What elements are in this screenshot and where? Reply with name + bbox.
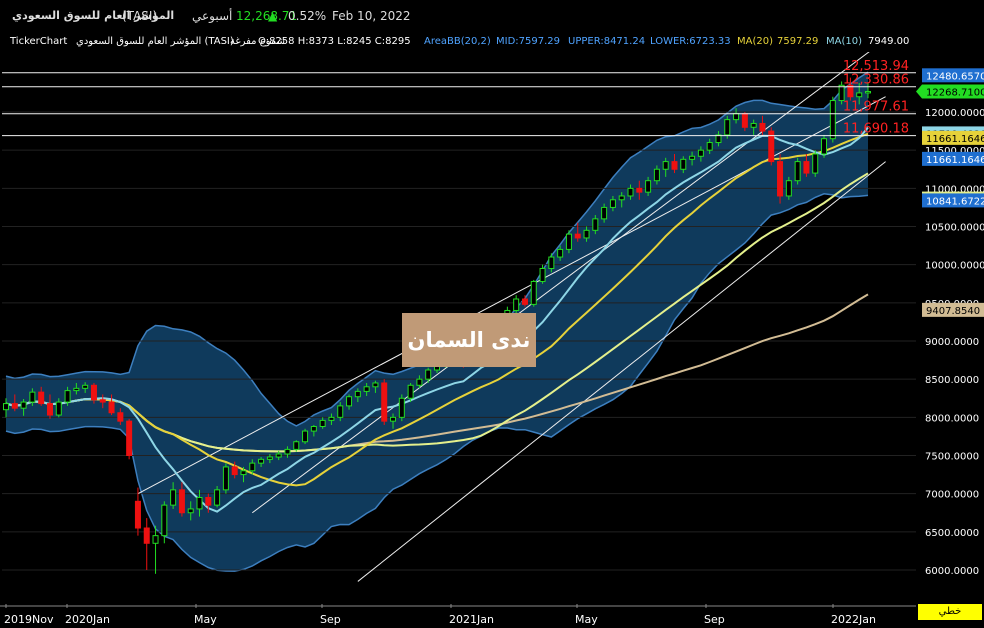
svg-text:11661.1646: 11661.1646 xyxy=(926,155,984,166)
legend-bar: TickerChart المؤشر العام للسوق السعودي (… xyxy=(0,33,916,51)
y-tick-label: 8000.0000 xyxy=(925,413,979,424)
legend-source: TickerChart xyxy=(10,36,68,47)
watermark-badge: ندى السمان xyxy=(402,313,536,367)
legend-ma10[interactable]: MA(10) xyxy=(826,36,862,47)
svg-text:9407.8540: 9407.8540 xyxy=(926,306,980,317)
price-tag: 12480.6570 xyxy=(922,68,984,83)
svg-text:12268.7100: 12268.7100 xyxy=(926,87,984,98)
ticker-symbol: (TASI) xyxy=(122,9,158,23)
x-axis: 2019Nov 2020Jan May Sep 2021Jan May Sep 2022Jan xyxy=(0,604,916,626)
price-tags: 12480.657012268.710011719.483011661.1646… xyxy=(916,68,984,317)
legend-bb[interactable]: AreaBB(20,2) xyxy=(424,36,491,47)
candle xyxy=(768,127,775,166)
y-tick-label: 10500.0000 xyxy=(925,223,984,234)
legend-ohlc: O:8258 H:8373 L:8245 C:8295 xyxy=(258,36,411,47)
legend-bb-mid: MID:7597.29 xyxy=(496,36,560,47)
x-tick-label: May xyxy=(194,613,217,626)
x-tick-label: Sep xyxy=(320,613,341,626)
price-tag: 9407.8540 xyxy=(922,302,984,317)
svg-text:12480.6570: 12480.6570 xyxy=(926,71,984,82)
candle xyxy=(134,487,141,536)
price-tag: 11661.1646 xyxy=(922,130,984,145)
legend-bb-lower: LOWER:6723.33 xyxy=(650,36,731,47)
level-label: 11,977.61 xyxy=(843,100,909,115)
quote-date: Feb 10, 2022 xyxy=(332,9,411,23)
y-tick-label: 9000.0000 xyxy=(925,337,979,348)
level-label: 12,330.86 xyxy=(843,73,909,88)
y-tick-label: 7000.0000 xyxy=(925,490,979,501)
candle xyxy=(143,518,150,570)
candle xyxy=(794,157,801,185)
candle xyxy=(821,134,828,158)
candle xyxy=(530,279,537,307)
candle xyxy=(381,379,388,425)
legend-bb-upper: UPPER:8471.24 xyxy=(568,36,646,47)
legend-ma10-value: 7949.00 xyxy=(868,36,910,47)
legend-title: المؤشر العام للسوق السعودي (TASI) xyxy=(76,36,234,47)
x-tick-label: 2022Jan xyxy=(831,613,876,626)
candle xyxy=(565,230,572,254)
y-tick-label: 7500.0000 xyxy=(925,452,979,463)
y-axis: 12000.000011500.000011000.000010500.0000… xyxy=(925,108,984,577)
x-tick-label: May xyxy=(575,613,598,626)
y-tick-label: 10000.0000 xyxy=(925,261,984,272)
candle xyxy=(222,463,229,494)
y-tick-label: 6000.0000 xyxy=(925,566,979,577)
top-bar: المؤشر العام للسوق السعودي (TASI) أسبوعي… xyxy=(0,0,984,32)
level-label: 12,513.94 xyxy=(843,59,909,74)
y-tick-label: 8500.0000 xyxy=(925,375,979,386)
y-tick-label: 6500.0000 xyxy=(925,528,979,539)
period-label[interactable]: أسبوعي xyxy=(192,9,232,23)
candle xyxy=(152,525,159,574)
candle xyxy=(126,418,133,460)
price-tag: 10841.6722 xyxy=(922,193,984,208)
x-tick-label: 2020Jan xyxy=(65,613,110,626)
price-tag: 11661.1646 xyxy=(922,151,984,166)
candle xyxy=(398,394,405,422)
legend-ma20-value: 7597.29 xyxy=(777,36,819,47)
y-tick-label: 12000.0000 xyxy=(925,108,984,119)
level-label: 11,690.18 xyxy=(843,122,909,137)
x-tick-label: Sep xyxy=(704,613,725,626)
candle xyxy=(302,428,309,445)
up-arrow-icon: ▲ xyxy=(268,9,278,23)
linear-scale-button[interactable]: خطي xyxy=(918,604,982,620)
svg-text:10841.6722: 10841.6722 xyxy=(926,196,984,207)
price-tag: 12268.7100 xyxy=(916,84,984,99)
legend-ma20[interactable]: MA(20) xyxy=(737,36,773,47)
x-tick-label: 2019Nov xyxy=(4,613,54,626)
svg-text:11661.1646: 11661.1646 xyxy=(926,134,984,145)
change-percent: 0.52% xyxy=(288,9,327,23)
x-tick-label: 2021Jan xyxy=(449,613,494,626)
candle xyxy=(777,153,784,204)
candle xyxy=(812,150,819,177)
candle xyxy=(785,176,792,200)
